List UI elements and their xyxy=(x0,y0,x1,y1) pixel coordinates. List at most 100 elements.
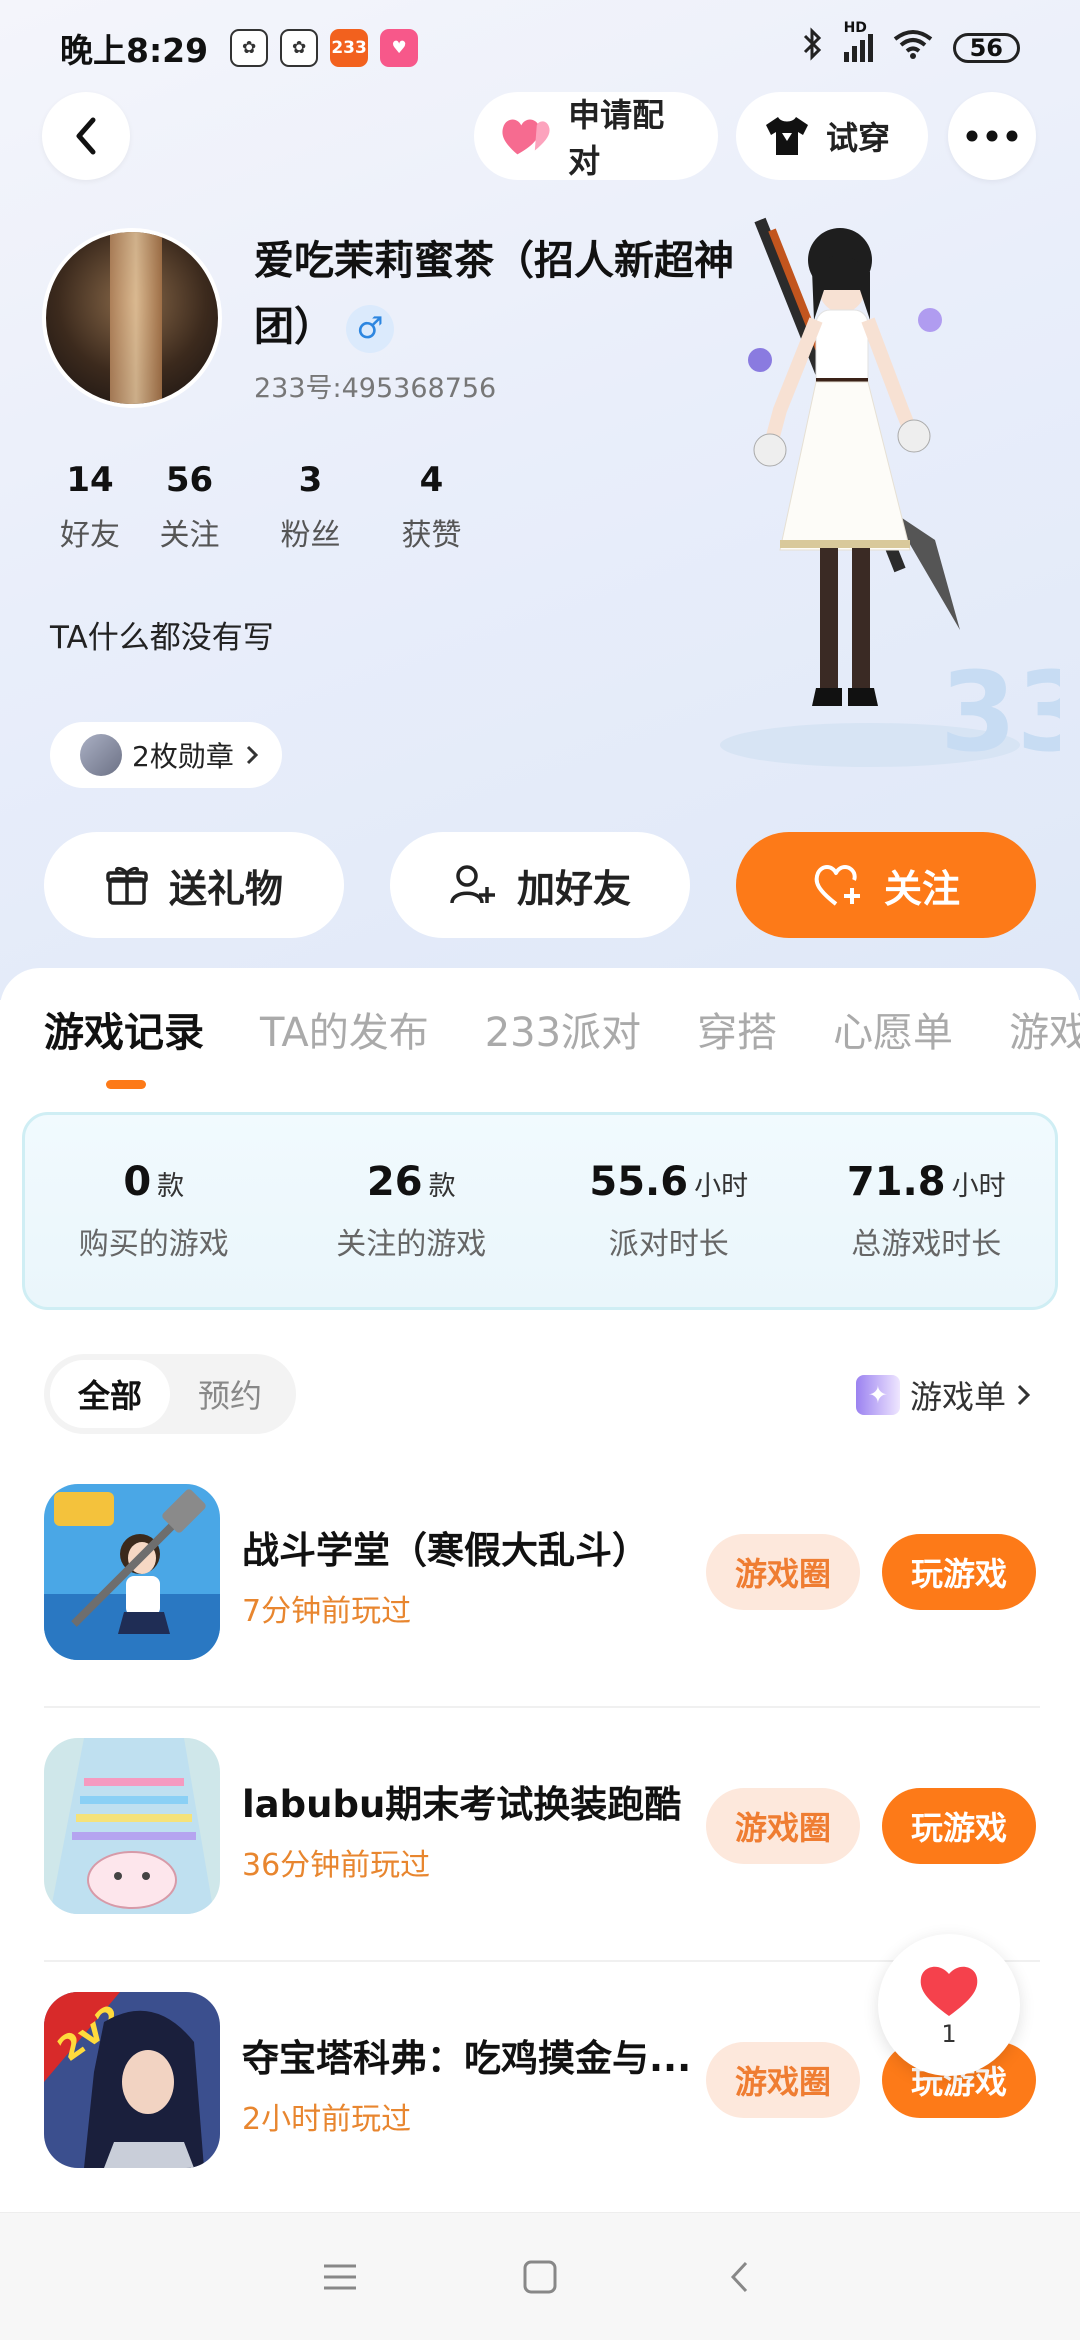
game-title: labubu期末考试换装跑酷 xyxy=(242,1783,682,1826)
summary-purchased-games: 0款 购买的游戏 xyxy=(25,1159,283,1263)
play-game-button[interactable]: 玩游戏 xyxy=(882,1534,1036,1610)
home-button[interactable] xyxy=(510,2247,570,2307)
filter-all[interactable]: 全部 xyxy=(50,1360,171,1428)
summary-unit: 小时 xyxy=(694,1171,749,1202)
app-233-icon: 233 xyxy=(330,29,369,67)
summary-value: 71.8 xyxy=(846,1159,946,1205)
baidu-paw-icon: ✿ xyxy=(280,29,319,67)
try-on-label: 试穿 xyxy=(826,119,891,157)
heart-plus-icon xyxy=(814,865,860,906)
summary-value: 26 xyxy=(366,1159,423,1205)
stat-label: 获赞 xyxy=(401,518,462,553)
avatar[interactable] xyxy=(42,228,222,408)
double-heart-icon xyxy=(502,119,550,155)
tab-game-records[interactable]: 游戏记录 xyxy=(44,1000,204,1058)
avatar-character-3d[interactable]: 33 xyxy=(720,210,1060,770)
summary-label: 总游戏时长 xyxy=(851,1227,1002,1262)
game-title: 战斗学堂（寒假大乱斗） xyxy=(242,1529,649,1572)
like-count: 1 xyxy=(941,2020,957,2048)
medal-icon xyxy=(80,734,122,776)
summary-unit: 小时 xyxy=(951,1171,1006,1202)
add-friend-label: 加好友 xyxy=(516,866,631,911)
more-dots-icon xyxy=(966,130,1018,142)
game-list-label: 游戏单 xyxy=(909,1378,1006,1416)
summary-unit: 款 xyxy=(157,1171,185,1202)
summary-label: 派对时长 xyxy=(608,1227,729,1262)
status-bar: 晚上8:29 ✿ ✿ 233 ♥ HD 56 xyxy=(0,0,1080,96)
battery-indicator: 56 xyxy=(952,33,1020,63)
chevron-left-icon xyxy=(730,2261,748,2292)
play-game-button[interactable]: 玩游戏 xyxy=(882,1788,1036,1864)
signal-icon: HD xyxy=(843,20,873,62)
summary-value: 55.6 xyxy=(589,1159,689,1205)
send-gift-label: 送礼物 xyxy=(168,866,283,911)
list-divider xyxy=(44,1706,1040,1708)
baidu-paw-icon: ✿ xyxy=(230,29,269,67)
game-list-item[interactable]: labubu期末考试换装跑酷 36分钟前玩过 游戏圈 玩游戏 xyxy=(44,1738,1044,1916)
list-divider xyxy=(44,1960,1040,1962)
square-icon xyxy=(523,2260,557,2293)
floating-like-button[interactable]: 1 xyxy=(878,1934,1020,2076)
tab-wishlist[interactable]: 心愿单 xyxy=(833,1000,953,1058)
active-tab-indicator xyxy=(106,1080,146,1089)
summary-label: 关注的游戏 xyxy=(336,1227,487,1262)
avatar-bottle-image xyxy=(110,232,162,404)
more-options-button[interactable] xyxy=(948,92,1036,180)
follow-button[interactable]: 关注 xyxy=(736,832,1036,938)
chevron-right-icon xyxy=(1017,1384,1031,1406)
follow-label: 关注 xyxy=(883,866,960,911)
system-back-button[interactable] xyxy=(710,2247,770,2307)
game-list-item[interactable]: 战斗学堂（寒假大乱斗） 7分钟前玩过 游戏圈 玩游戏 xyxy=(44,1484,1044,1662)
game-circle-button[interactable]: 游戏圈 xyxy=(706,2042,860,2118)
bluetooth-icon xyxy=(802,27,824,69)
summary-label: 购买的游戏 xyxy=(78,1227,229,1262)
try-on-button[interactable]: 试穿 xyxy=(736,92,928,180)
profile-stats: 14 好友 56 关注 3 粉丝 4 获赞 xyxy=(40,460,503,554)
game-filter-toggle: 全部 预约 xyxy=(44,1354,297,1434)
game-last-played: 2小时前玩过 xyxy=(242,2102,412,2137)
signal-hd-label: HD xyxy=(843,20,867,36)
filter-reserved[interactable]: 预约 xyxy=(170,1360,290,1428)
apply-pair-button[interactable]: 申请配对 xyxy=(474,92,718,180)
tab-233-party[interactable]: 233派对 xyxy=(485,1000,641,1058)
profile-tabs: 游戏记录 TA的发布 233派对 穿搭 心愿单 游戏 xyxy=(44,1000,1080,1058)
system-navigation-bar xyxy=(0,2212,1080,2340)
add-user-icon xyxy=(450,865,495,904)
medals-button[interactable]: 2枚勋章 xyxy=(50,722,282,788)
heart-icon xyxy=(920,1966,978,2016)
tab-posts[interactable]: TA的发布 xyxy=(260,1000,429,1058)
tab-games[interactable]: 游戏 xyxy=(1009,1000,1080,1058)
summary-total-hours: 71.8 小时 总游戏时长 xyxy=(798,1159,1056,1263)
gift-icon xyxy=(106,866,148,905)
game-last-played: 7分钟前玩过 xyxy=(242,1594,412,1629)
apply-pair-label: 申请配对 xyxy=(568,96,665,180)
recent-apps-button[interactable] xyxy=(310,2247,370,2307)
send-gift-button[interactable]: 送礼物 xyxy=(44,832,344,938)
status-time: 晚上8:29 xyxy=(60,31,209,70)
game-icon: 2v2 xyxy=(44,1992,220,2168)
summary-unit: 款 xyxy=(428,1171,456,1202)
game-title: 夺宝塔科弗：吃鸡摸金与... xyxy=(242,2037,692,2080)
game-circle-button[interactable]: 游戏圈 xyxy=(706,1534,860,1610)
stat-value: 4 xyxy=(419,460,444,500)
male-gender-icon: ♂ xyxy=(346,305,394,353)
stat-likes[interactable]: 4 获赞 xyxy=(360,460,503,554)
summary-value: 0 xyxy=(123,1159,152,1205)
wifi-icon xyxy=(893,28,933,68)
game-last-played: 36分钟前玩过 xyxy=(242,1848,431,1883)
game-circle-button[interactable]: 游戏圈 xyxy=(706,1788,860,1864)
chevron-right-icon xyxy=(246,745,258,765)
game-list-icon: ✦ xyxy=(855,1375,900,1415)
summary-party-hours: 55.6 小时 派对时长 xyxy=(540,1159,798,1263)
menu-icon xyxy=(324,2264,356,2289)
back-button[interactable] xyxy=(42,92,130,180)
profile-name-text: 爱吃茉莉蜜茶（招人新超神团） xyxy=(254,238,734,350)
medals-label: 2枚勋章 xyxy=(132,740,234,773)
tshirt-icon xyxy=(766,117,808,155)
chevron-left-icon xyxy=(76,117,96,155)
game-list-link[interactable]: ✦ 游戏单 xyxy=(855,1372,1032,1418)
tab-outfits[interactable]: 穿搭 xyxy=(697,1000,777,1058)
add-friend-button[interactable]: 加好友 xyxy=(390,832,690,938)
platform-233-decoration: 33 xyxy=(940,648,1060,770)
profile-name: 爱吃茉莉蜜茶（招人新超神团） ♂ xyxy=(254,228,734,360)
